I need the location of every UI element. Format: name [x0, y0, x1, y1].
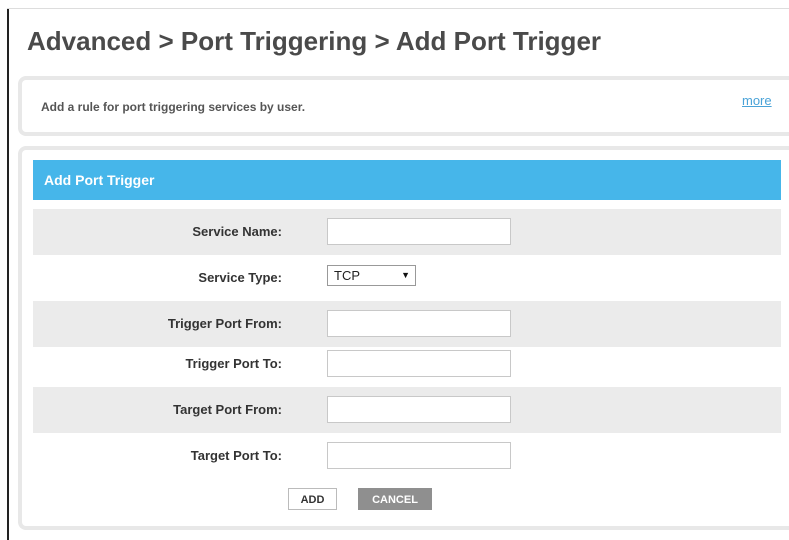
form-header: Add Port Trigger: [33, 160, 781, 200]
add-button[interactable]: ADD: [288, 488, 337, 510]
service-type-label: Service Type:: [198, 270, 282, 285]
target-port-to-label: Target Port To:: [190, 448, 282, 463]
service-name-label: Service Name:: [192, 224, 282, 239]
trigger-port-to-input[interactable]: [327, 350, 511, 377]
service-type-row: Service Type: TCP ▼: [33, 255, 781, 301]
more-link[interactable]: more: [742, 93, 772, 108]
cancel-button[interactable]: CANCEL: [358, 488, 432, 510]
info-text: Add a rule for port triggering services …: [41, 100, 306, 114]
trigger-port-to-row: Trigger Port To:: [33, 341, 781, 387]
service-type-select[interactable]: TCP ▼: [327, 265, 416, 286]
target-port-to-input[interactable]: [327, 442, 511, 469]
page-title: Advanced > Port Triggering > Add Port Tr…: [27, 26, 602, 56]
window-left-border: [7, 8, 9, 540]
trigger-port-from-input[interactable]: [327, 310, 511, 337]
chevron-down-icon: ▼: [401, 270, 410, 280]
target-port-to-row: Target Port To:: [33, 433, 781, 479]
service-type-selected: TCP: [334, 268, 360, 283]
trigger-port-to-label: Trigger Port To:: [185, 356, 282, 371]
target-port-from-row: Target Port From:: [33, 387, 781, 433]
service-name-input[interactable]: [327, 218, 511, 245]
service-name-row: Service Name:: [33, 209, 781, 255]
window-top-border: [7, 8, 789, 9]
target-port-from-label: Target Port From:: [173, 402, 282, 417]
target-port-from-input[interactable]: [327, 396, 511, 423]
